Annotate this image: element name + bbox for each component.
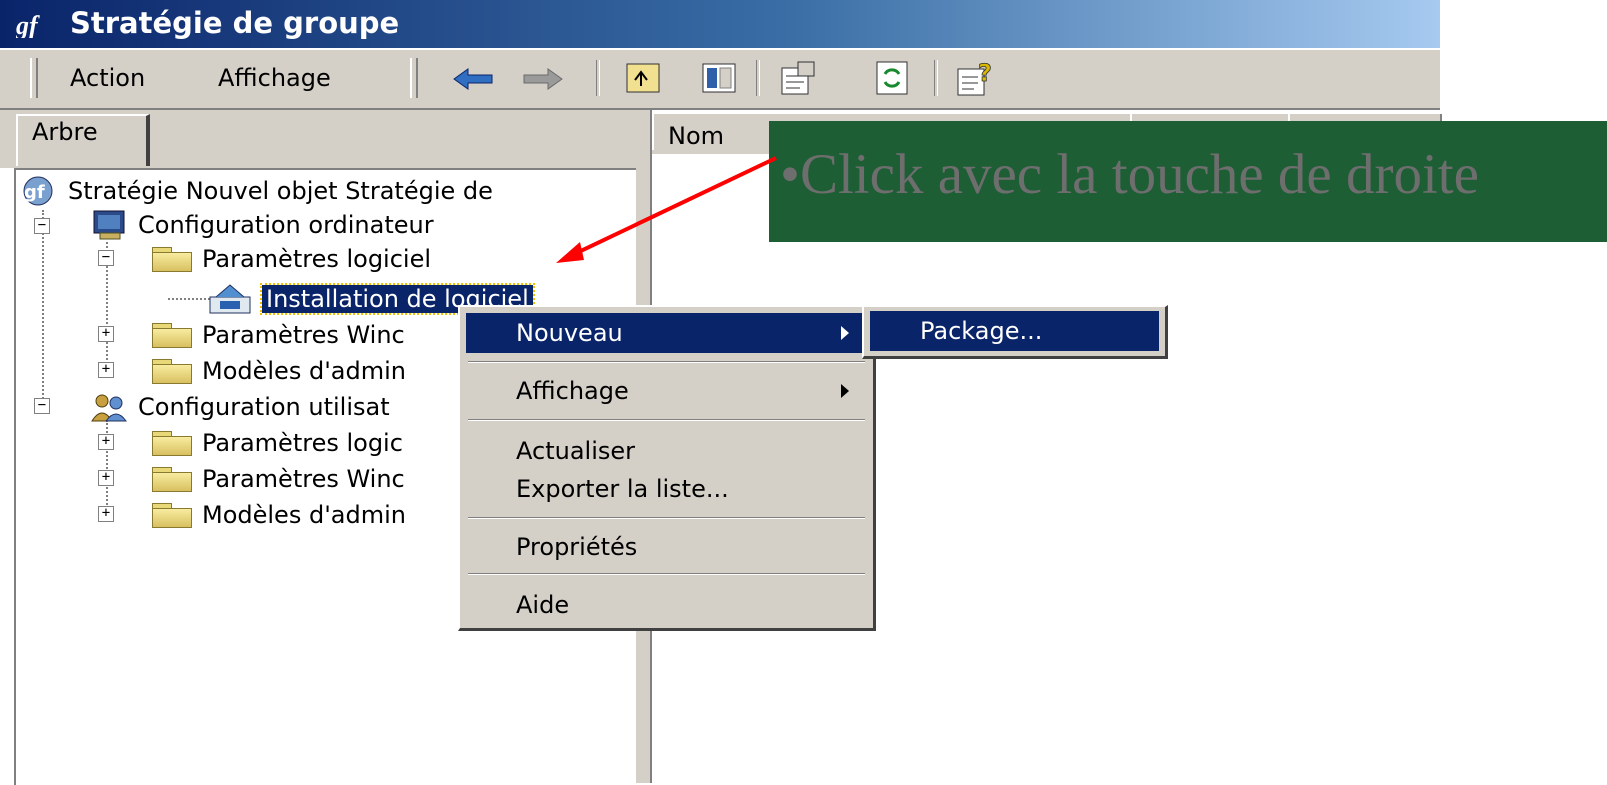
software-install-icon — [209, 284, 251, 314]
tree-item-windows-settings[interactable]: Paramètres Winc — [152, 318, 405, 352]
tree-item-label: Paramètres Winc — [202, 465, 405, 493]
tree-item-label: Stratégie Nouvel objet Stratégie de — [68, 177, 493, 205]
menu-item-aide[interactable]: Aide — [466, 585, 867, 625]
tab-tree-label: Arbre — [32, 118, 98, 146]
tab-tree[interactable]: Arbre — [16, 114, 150, 166]
collapse-toggle[interactable]: − — [34, 398, 50, 414]
context-menu: Nouveau Affichage Actualiser Exporter la… — [458, 305, 876, 631]
menu-item-package[interactable]: Package... — [870, 311, 1159, 351]
help-button[interactable]: ? — [956, 58, 996, 98]
tree-item-user-software-settings[interactable]: Paramètres logic — [152, 426, 403, 460]
properties-button[interactable] — [780, 58, 820, 98]
menu-separator — [468, 361, 865, 363]
menu-item-label: Aide — [516, 591, 570, 619]
menu-affichage[interactable]: Affichage — [218, 64, 331, 92]
show-hide-tree-button[interactable] — [700, 58, 740, 98]
menu-affichage-label: Affichage — [218, 64, 331, 92]
expand-toggle[interactable]: + — [98, 470, 114, 486]
menu-separator — [468, 419, 865, 421]
menu-item-affichage[interactable]: Affichage — [466, 371, 867, 411]
back-arrow-icon[interactable] — [450, 64, 496, 94]
tree-item-user-windows-settings[interactable]: Paramètres Winc — [152, 462, 405, 496]
toolbar-grip[interactable] — [30, 58, 38, 98]
menu-action[interactable]: Action — [70, 64, 145, 92]
menu-item-label: Exporter la liste... — [516, 475, 729, 503]
collapse-toggle[interactable]: − — [34, 218, 50, 234]
show-hide-tree-icon — [702, 63, 736, 93]
help-icon: ? — [957, 59, 992, 96]
tree-item-label: Paramètres Winc — [202, 321, 405, 349]
expand-toggle[interactable]: + — [98, 362, 114, 378]
tree-item-label: Modèles d'admin — [202, 501, 406, 529]
annotation-arrow — [556, 156, 777, 263]
tree-item-label: Configuration utilisat — [138, 393, 390, 421]
menu-item-label: Actualiser — [516, 437, 635, 465]
users-icon — [91, 394, 127, 422]
tree-item-label: Paramètres logiciel — [202, 245, 432, 273]
gpo-icon: gf — [23, 176, 53, 206]
menu-item-label: Nouveau — [516, 319, 623, 347]
tree-item-user-admin-templates[interactable]: Modèles d'admin — [152, 498, 406, 532]
folder-icon — [152, 323, 192, 348]
up-folder-icon — [626, 63, 660, 93]
tree-connector — [42, 210, 44, 410]
tree-item-admin-templates[interactable]: Modèles d'admin — [152, 354, 406, 388]
menu-separator — [468, 517, 865, 519]
callout-text: •Click avec la touche de droite — [780, 143, 1479, 206]
folder-icon — [152, 503, 192, 528]
collapse-toggle[interactable]: − — [98, 250, 114, 266]
folder-icon — [152, 467, 192, 492]
svg-text:gf: gf — [16, 12, 40, 38]
menu-item-nouveau[interactable]: Nouveau — [466, 313, 867, 353]
folder-icon — [152, 247, 192, 272]
menu-item-proprietes[interactable]: Propriétés — [466, 527, 867, 567]
menu-item-label: Package... — [920, 317, 1043, 345]
toolbar-separator — [596, 60, 600, 96]
tree-item-label: Configuration ordinateur — [138, 211, 434, 239]
tree-item-computer-config[interactable]: Configuration ordinateur — [90, 208, 434, 242]
menu-item-label: Propriétés — [516, 533, 638, 561]
group-policy-icon: gf — [16, 12, 40, 38]
tree-item-user-config[interactable]: Configuration utilisat — [90, 390, 390, 424]
folder-icon — [152, 359, 192, 384]
submenu-arrow-icon — [841, 326, 849, 340]
refresh-button[interactable] — [874, 58, 914, 98]
tree-item-label: Paramètres logic — [202, 429, 403, 457]
expand-toggle[interactable]: + — [98, 506, 114, 522]
menu-item-label: Affichage — [516, 377, 629, 405]
expand-toggle[interactable]: + — [98, 434, 114, 450]
svg-text:gf: gf — [24, 182, 45, 203]
tree-item-root[interactable]: gf Stratégie Nouvel objet Stratégie de — [20, 174, 493, 208]
folder-icon — [152, 431, 192, 456]
menu-item-actualiser[interactable]: Actualiser — [466, 431, 867, 471]
submenu-arrow-icon — [841, 384, 849, 398]
computer-icon — [93, 210, 125, 240]
menu-item-exporter[interactable]: Exporter la liste... — [466, 469, 867, 509]
expand-toggle[interactable]: + — [98, 326, 114, 342]
toolbar-grip-2[interactable] — [410, 58, 418, 98]
toolbar-separator-2 — [756, 60, 760, 96]
tree-item-software-settings[interactable]: Paramètres logiciel — [152, 242, 431, 276]
column-header-nom-label: Nom — [668, 122, 725, 150]
window-title: Stratégie de groupe — [70, 6, 400, 40]
tree-item-label: Modèles d'admin — [202, 357, 406, 385]
menu-action-label: Action — [70, 64, 146, 92]
properties-icon — [781, 61, 815, 95]
up-folder-button[interactable] — [624, 58, 664, 98]
menu-separator — [468, 573, 865, 575]
refresh-icon — [876, 61, 908, 95]
svg-text:?: ? — [978, 59, 992, 87]
forward-arrow-icon[interactable] — [520, 64, 566, 94]
submenu: Package... — [862, 305, 1168, 359]
toolbar-separator-3 — [934, 60, 938, 96]
